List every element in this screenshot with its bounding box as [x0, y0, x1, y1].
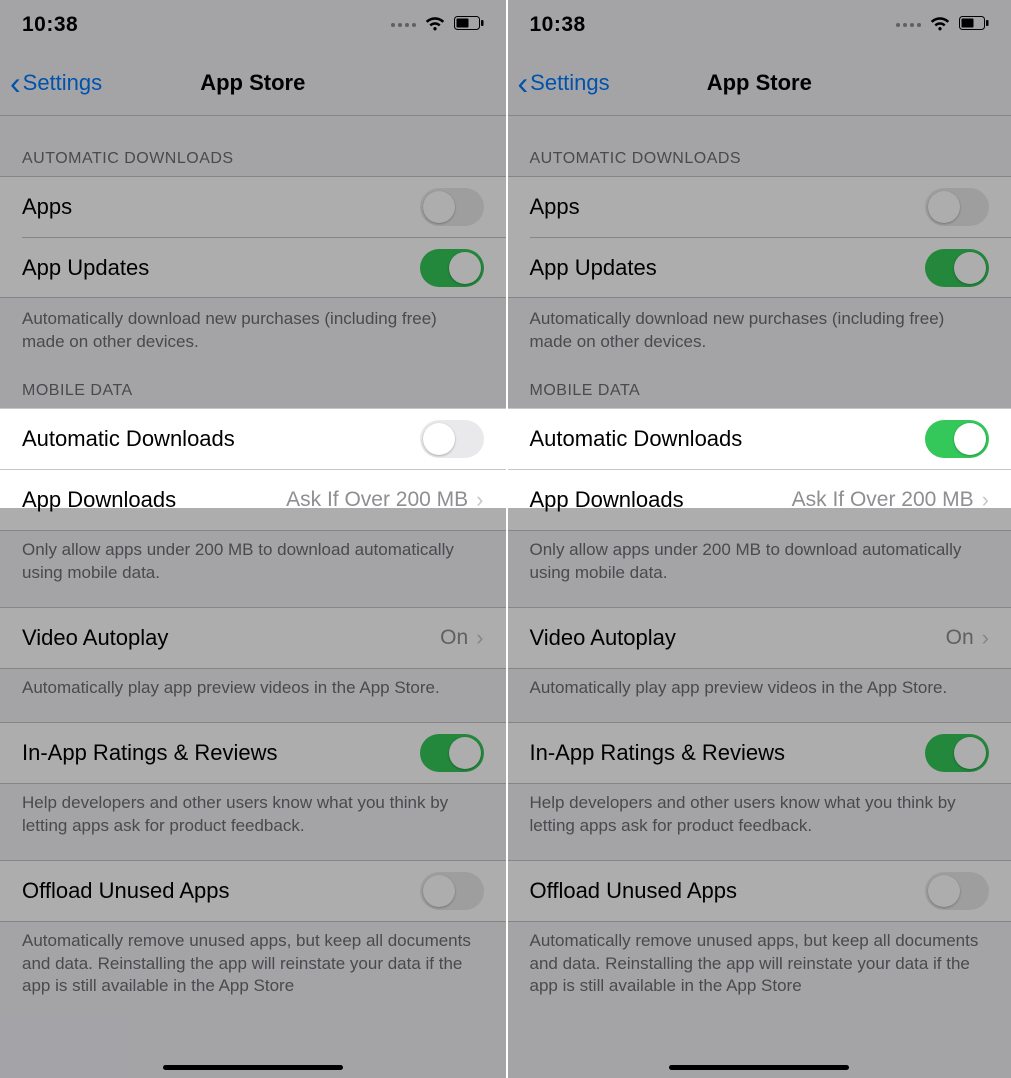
section-header-automatic-downloads: AUTOMATIC DOWNLOADS	[0, 116, 506, 176]
automatic-downloads-label: Automatic Downloads	[22, 426, 235, 452]
home-indicator	[163, 1065, 343, 1070]
row-app-updates: App Updates	[22, 237, 506, 297]
row-offload-unused-apps: Offload Unused Apps	[0, 861, 506, 921]
automatic-downloads-group: Apps App Updates	[508, 176, 1011, 298]
row-app-updates-label: App Updates	[22, 255, 149, 281]
page-title: App Store	[200, 70, 305, 96]
back-button[interactable]: ‹ Settings	[514, 50, 614, 115]
chevron-left-icon: ‹	[10, 67, 21, 99]
row-app-updates-label: App Updates	[530, 255, 657, 281]
settings-screen: 10:38 ‹ Settings App Store AUTOMATIC DOW…	[0, 0, 506, 1078]
row-in-app-ratings: In-App Ratings & Reviews	[508, 723, 1011, 783]
row-automatic-downloads-mobile: Automatic Downloads	[508, 408, 1011, 469]
wifi-icon	[424, 15, 446, 36]
app-downloads-group: App Downloads Ask If Over 200 MB ›	[0, 469, 506, 531]
offload-unused-apps-group: Offload Unused Apps	[0, 860, 506, 922]
row-apps: Apps	[0, 177, 506, 237]
offload-unused-apps-group: Offload Unused Apps	[508, 860, 1011, 922]
section-header-automatic-downloads: AUTOMATIC DOWNLOADS	[508, 116, 1011, 176]
in-app-ratings-footer: Help developers and other users know wha…	[508, 784, 1011, 838]
app-downloads-label: App Downloads	[530, 487, 684, 513]
page-title: App Store	[707, 70, 812, 96]
back-label: Settings	[530, 70, 610, 96]
home-indicator	[669, 1065, 849, 1070]
status-bar: 10:38	[508, 0, 1011, 50]
row-video-autoplay[interactable]: Video Autoplay On ›	[508, 608, 1011, 668]
in-app-ratings-footer: Help developers and other users know wha…	[0, 784, 506, 838]
in-app-ratings-label: In-App Ratings & Reviews	[530, 740, 786, 766]
app-downloads-footer: Only allow apps under 200 MB to download…	[0, 531, 506, 585]
row-app-updates: App Updates	[530, 237, 1011, 297]
in-app-ratings-label: In-App Ratings & Reviews	[22, 740, 278, 766]
settings-screen: 10:38 ‹ Settings App Store AUTOMATIC DOW…	[506, 0, 1011, 1078]
offload-footer: Automatically remove unused apps, but ke…	[0, 922, 506, 999]
row-automatic-downloads-mobile: Automatic Downloads	[0, 408, 506, 469]
chevron-right-icon: ›	[982, 625, 989, 651]
video-autoplay-footer: Automatically play app preview videos in…	[0, 669, 506, 700]
row-apps-label: Apps	[530, 194, 580, 220]
in-app-ratings-group: In-App Ratings & Reviews	[508, 722, 1011, 784]
nav-header: ‹ Settings App Store	[0, 50, 506, 116]
offload-label: Offload Unused Apps	[530, 878, 738, 904]
chevron-left-icon: ‹	[518, 67, 529, 99]
automatic-downloads-label: Automatic Downloads	[530, 426, 743, 452]
back-button[interactable]: ‹ Settings	[6, 50, 106, 115]
app-updates-toggle[interactable]	[925, 249, 989, 287]
offload-label: Offload Unused Apps	[22, 878, 230, 904]
battery-icon	[959, 16, 989, 35]
row-in-app-ratings: In-App Ratings & Reviews	[0, 723, 506, 783]
video-autoplay-label: Video Autoplay	[530, 625, 676, 651]
app-downloads-value: Ask If Over 200 MB	[286, 488, 468, 512]
offload-footer: Automatically remove unused apps, but ke…	[508, 922, 1011, 999]
video-autoplay-group: Video Autoplay On ›	[0, 607, 506, 669]
automatic-downloads-toggle[interactable]	[925, 420, 989, 458]
section-header-mobile-data: MOBILE DATA	[508, 354, 1011, 408]
chevron-right-icon: ›	[476, 625, 483, 651]
cellular-dots-icon	[391, 23, 416, 27]
automatic-downloads-toggle[interactable]	[420, 420, 484, 458]
in-app-ratings-group: In-App Ratings & Reviews	[0, 722, 506, 784]
row-apps-label: Apps	[22, 194, 72, 220]
offload-unused-apps-toggle[interactable]	[925, 872, 989, 910]
video-autoplay-footer: Automatically play app preview videos in…	[508, 669, 1011, 700]
apps-toggle[interactable]	[925, 188, 989, 226]
video-autoplay-label: Video Autoplay	[22, 625, 168, 651]
video-autoplay-group: Video Autoplay On ›	[508, 607, 1011, 669]
in-app-ratings-toggle[interactable]	[925, 734, 989, 772]
app-downloads-label: App Downloads	[22, 487, 176, 513]
back-label: Settings	[23, 70, 103, 96]
automatic-downloads-footer: Automatically download new purchases (in…	[0, 298, 506, 354]
app-downloads-group: App Downloads Ask If Over 200 MB ›	[508, 469, 1011, 531]
status-bar: 10:38	[0, 0, 506, 50]
nav-header: ‹ Settings App Store	[508, 50, 1011, 116]
row-apps: Apps	[508, 177, 1011, 237]
app-downloads-footer: Only allow apps under 200 MB to download…	[508, 531, 1011, 585]
automatic-downloads-footer: Automatically download new purchases (in…	[508, 298, 1011, 354]
video-autoplay-value: On	[440, 626, 468, 650]
status-time: 10:38	[22, 13, 78, 37]
row-app-downloads[interactable]: App Downloads Ask If Over 200 MB ›	[508, 470, 1011, 530]
offload-unused-apps-toggle[interactable]	[420, 872, 484, 910]
battery-icon	[454, 16, 484, 35]
row-offload-unused-apps: Offload Unused Apps	[508, 861, 1011, 921]
app-downloads-value: Ask If Over 200 MB	[792, 488, 974, 512]
section-header-mobile-data: MOBILE DATA	[0, 354, 506, 408]
app-updates-toggle[interactable]	[420, 249, 484, 287]
row-video-autoplay[interactable]: Video Autoplay On ›	[0, 608, 506, 668]
wifi-icon	[929, 15, 951, 36]
chevron-right-icon: ›	[476, 487, 483, 513]
apps-toggle[interactable]	[420, 188, 484, 226]
status-time: 10:38	[530, 13, 586, 37]
cellular-dots-icon	[896, 23, 921, 27]
video-autoplay-value: On	[946, 626, 974, 650]
row-app-downloads[interactable]: App Downloads Ask If Over 200 MB ›	[0, 470, 506, 530]
automatic-downloads-group: Apps App Updates	[0, 176, 506, 298]
in-app-ratings-toggle[interactable]	[420, 734, 484, 772]
chevron-right-icon: ›	[982, 487, 989, 513]
